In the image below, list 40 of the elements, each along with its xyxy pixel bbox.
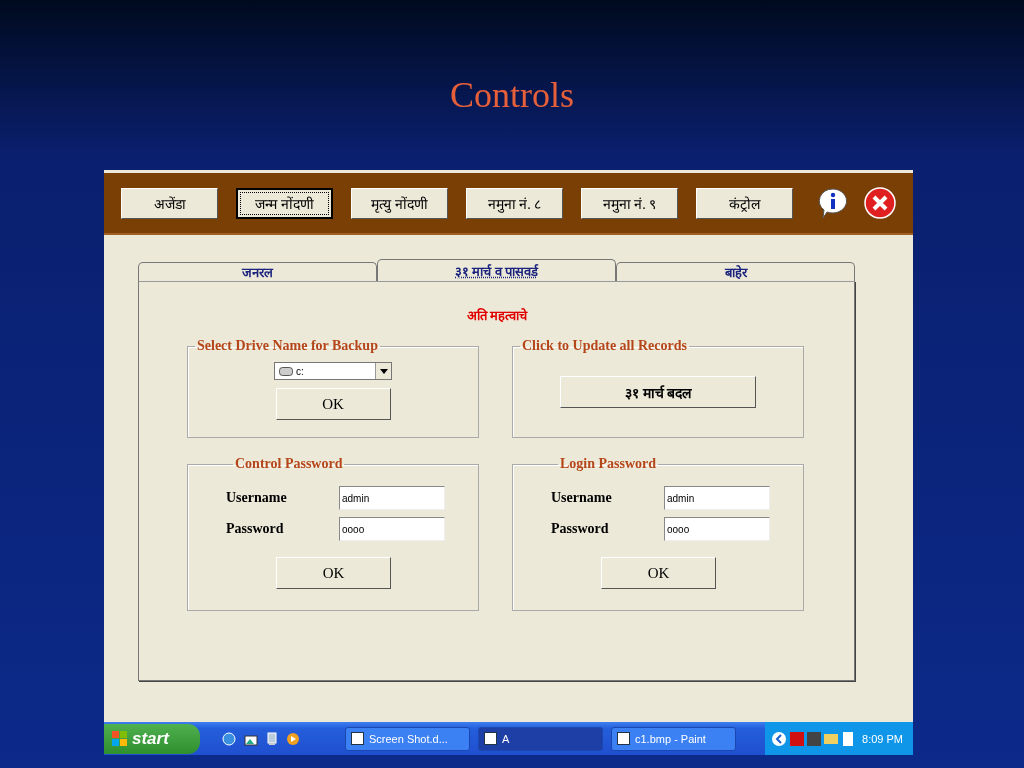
tab[interactable]: बाहेर <box>616 262 855 281</box>
toolbar-button[interactable]: अजेंडा <box>121 187 218 219</box>
info-icon[interactable] <box>816 187 850 219</box>
chevron-icon[interactable] <box>771 730 787 747</box>
toolbar-button[interactable]: नमुना नं. ८ <box>466 187 563 219</box>
input-field[interactable]: oooo <box>339 517 445 541</box>
notice-text: अति महत्वाचे <box>465 307 529 324</box>
toolbar-button[interactable]: कंट्रोल <box>696 187 793 219</box>
ok-button[interactable]: OK <box>276 557 391 589</box>
taskbar-button[interactable]: c1.bmp - Paint <box>611 726 736 751</box>
toolbar-button[interactable]: नमुना नं. ९ <box>581 187 678 219</box>
input-field[interactable]: admin <box>339 486 445 510</box>
tab[interactable]: जनरल <box>138 262 377 281</box>
ok-button[interactable]: OK <box>601 557 716 589</box>
field-label: Username <box>226 490 288 506</box>
field-label: Password <box>226 521 285 537</box>
group-legend: Control Password <box>233 456 345 472</box>
caret-icon <box>379 368 388 374</box>
toolbar-button[interactable]: जन्म नोंदणी <box>236 187 333 219</box>
toolbar-button[interactable]: मृत्यु नोंदणी <box>351 187 448 219</box>
group-legend: Click to Update all Records <box>520 338 689 354</box>
slide-title: Controls <box>450 75 574 115</box>
drive-dropdown[interactable]: c: <box>274 362 392 380</box>
browser-icon[interactable] <box>222 731 236 746</box>
tab[interactable]: ३१ मार्च व पासवर्ड <box>377 259 616 281</box>
input-field[interactable]: oooo <box>664 517 770 541</box>
media-player-icon[interactable] <box>286 731 300 746</box>
field-label: Password <box>551 521 610 537</box>
close-icon[interactable] <box>864 187 896 219</box>
ok-button[interactable]: OK <box>275 388 391 420</box>
input-field[interactable]: admin <box>664 486 770 510</box>
windows-logo-icon <box>112 731 128 746</box>
group-legend: Login Password <box>558 456 659 472</box>
update-button[interactable]: ३१ मार्च बदल <box>560 376 756 408</box>
taskbar-button[interactable]: Screen Shot.d... <box>345 726 470 751</box>
taskbar-button[interactable]: A <box>478 726 603 751</box>
drive-icon <box>279 366 293 376</box>
clock: 8:09 PM <box>862 732 903 745</box>
field-label: Username <box>551 490 613 506</box>
group-legend: Select Drive Name for Backup <box>195 338 380 354</box>
